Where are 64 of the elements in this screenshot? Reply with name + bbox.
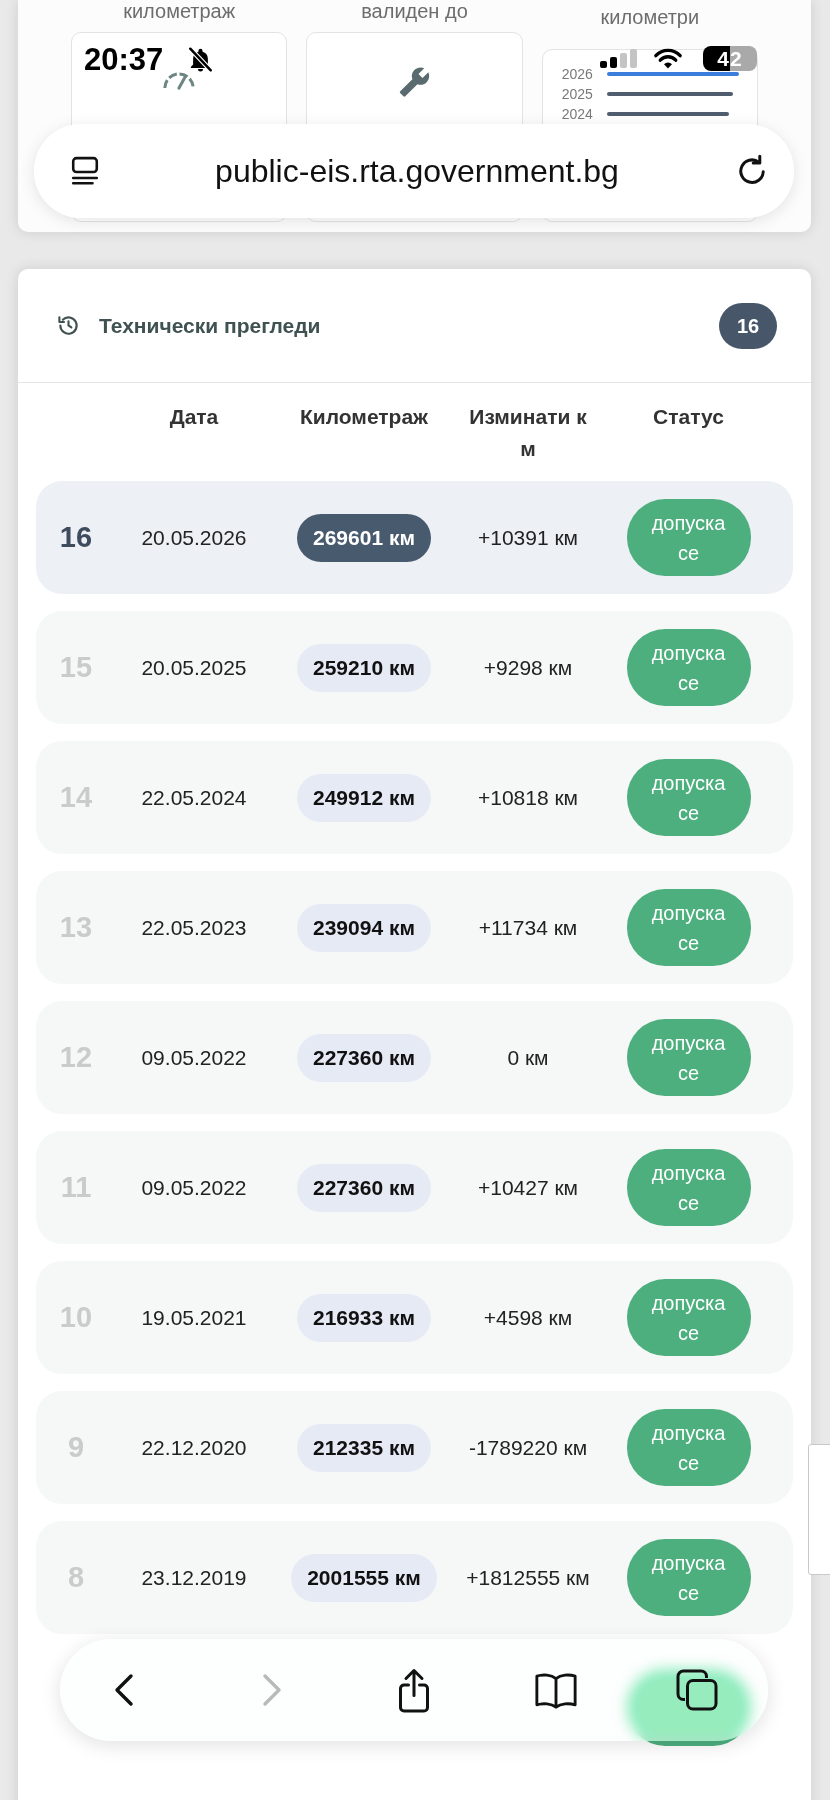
share-icon[interactable] — [397, 1667, 431, 1713]
status-badge: допуска се — [626, 1149, 751, 1226]
mileage-badge: 269601 км — [297, 513, 431, 562]
muted-bell-icon — [186, 47, 215, 72]
mileage-badge: 239094 км — [297, 903, 431, 952]
inspection-row[interactable]: 16 20.05.2026 269601 км +10391 км допуска се — [36, 481, 793, 594]
status-badge: допуска се — [626, 499, 751, 576]
row-number: 16 — [59, 519, 93, 555]
mileage-badge: 249912 км — [297, 773, 431, 822]
tabs-icon[interactable] — [676, 1669, 719, 1711]
status-badge: допуска се — [626, 889, 751, 966]
address-bar[interactable]: public-eis.rta.government.bg — [34, 124, 794, 218]
inspection-date: 09.05.2022 — [141, 1174, 247, 1201]
column-header: Километраж — [300, 404, 428, 430]
gauge-icon — [162, 72, 197, 90]
distance-text: +9298 км — [483, 654, 573, 681]
chart-year-label: 2026 — [561, 66, 594, 82]
status-badge: допуска се — [626, 759, 751, 836]
mileage-badge: 227360 км — [297, 1163, 431, 1212]
distance-text: +10427 км — [477, 1174, 579, 1201]
distance-text: -1789220 км — [468, 1434, 588, 1461]
inspection-date: 22.05.2024 — [141, 784, 247, 811]
status-time: 20:37 — [84, 43, 164, 77]
distance-text: +10818 км — [477, 784, 579, 811]
inspection-date: 20.05.2026 — [141, 524, 247, 551]
distance-text: 0 км — [507, 1044, 549, 1071]
count-badge: 16 — [719, 302, 777, 349]
page-menu-icon[interactable] — [70, 156, 100, 186]
column-header: Изминати км — [468, 404, 588, 462]
mileage-badge: 216933 км — [297, 1293, 431, 1342]
inspection-date: 23.12.2019 — [141, 1564, 247, 1591]
signal-icon — [600, 49, 637, 68]
status-badge: допуска се — [626, 1539, 751, 1616]
inspection-date: 19.05.2021 — [141, 1304, 247, 1331]
inspection-date: 20.05.2025 — [141, 654, 247, 681]
mileage-badge: 2001555 км — [291, 1553, 437, 1602]
bookmarks-icon[interactable] — [533, 1671, 578, 1709]
status-badge: допуска се — [626, 629, 751, 706]
mileage-badge: 259210 км — [297, 643, 431, 692]
wifi-icon — [651, 48, 685, 69]
wrench-icon — [398, 66, 431, 98]
tile-label: километри — [600, 6, 700, 28]
tile-label: километраж — [123, 0, 236, 22]
status-badge: допуска се — [626, 1409, 751, 1486]
chart-year-label: 2024 — [561, 106, 594, 122]
distance-text: +10391 км — [477, 524, 579, 551]
column-header: Статус — [653, 404, 724, 430]
mileage-badge: 227360 км — [297, 1033, 431, 1082]
distance-text: +1812555 км — [466, 1564, 590, 1591]
status-badge: допуска се — [626, 1019, 751, 1096]
tile-label: валиден до — [361, 0, 468, 22]
status-badge: допуска се — [626, 1279, 751, 1356]
url-text[interactable]: public-eis.rta.government.bg — [100, 147, 734, 195]
chart-year-label: 2025 — [561, 86, 594, 102]
inspection-date: 22.05.2023 — [141, 914, 247, 941]
back-icon[interactable] — [113, 1673, 135, 1707]
mileage-badge: 212335 км — [297, 1423, 431, 1472]
column-header: Дата — [169, 404, 219, 430]
inspection-date: 09.05.2022 — [141, 1044, 247, 1071]
distance-text: +4598 км — [483, 1304, 573, 1331]
distance-text: +11734 км — [478, 914, 578, 941]
history-icon — [57, 314, 80, 337]
card-title: Технически прегледи — [99, 312, 322, 339]
inspection-date: 22.12.2020 — [141, 1434, 247, 1461]
